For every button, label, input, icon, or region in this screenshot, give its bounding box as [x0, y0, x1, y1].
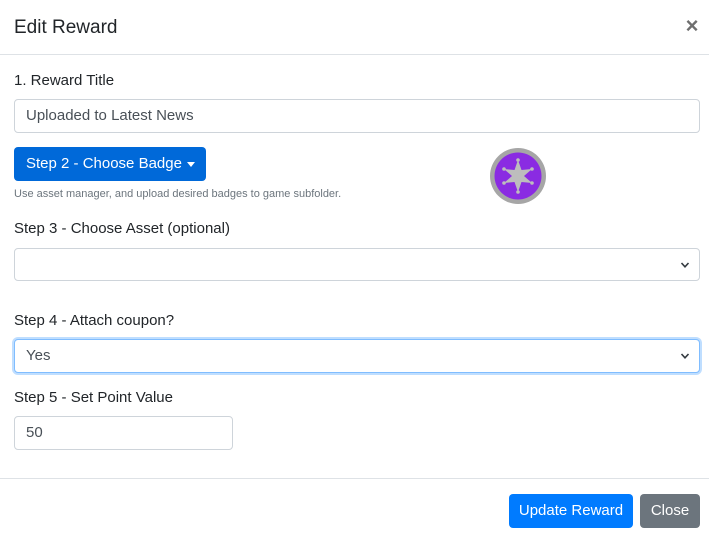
choose-badge-label: Step 2 - Choose Badge — [26, 155, 182, 172]
reward-title-label: 1. Reward Title — [14, 72, 115, 89]
coupon-select[interactable]: Yes — [14, 339, 700, 373]
asset-select[interactable] — [14, 248, 700, 281]
close-button[interactable]: Close — [640, 494, 700, 528]
close-icon[interactable]: × — [682, 14, 702, 38]
badge-preview-icon — [489, 147, 547, 205]
edit-reward-modal: Edit Reward × 1. Reward Title Uploaded t… — [0, 0, 709, 538]
asset-label: Step 3 - Choose Asset (optional) — [14, 220, 230, 237]
coupon-select-value: Yes — [26, 347, 51, 364]
reward-title-input[interactable]: Uploaded to Latest News — [14, 99, 700, 133]
badge-hint-text: Use asset manager, and upload desired ba… — [14, 188, 342, 200]
modal-header: Edit Reward × — [0, 0, 709, 55]
points-value: 50 — [26, 424, 43, 441]
reward-title-value: Uploaded to Latest News — [26, 107, 194, 124]
update-reward-button[interactable]: Update Reward — [509, 494, 633, 528]
modal-title: Edit Reward — [14, 17, 118, 38]
chevron-down-icon — [680, 262, 690, 268]
points-label: Step 5 - Set Point Value — [14, 389, 173, 406]
choose-badge-button[interactable]: Step 2 - Choose Badge — [14, 147, 206, 181]
caret-down-icon — [187, 162, 195, 167]
chevron-down-icon — [680, 353, 690, 359]
coupon-label: Step 4 - Attach coupon? — [14, 312, 175, 329]
points-input[interactable]: 50 — [14, 416, 233, 450]
